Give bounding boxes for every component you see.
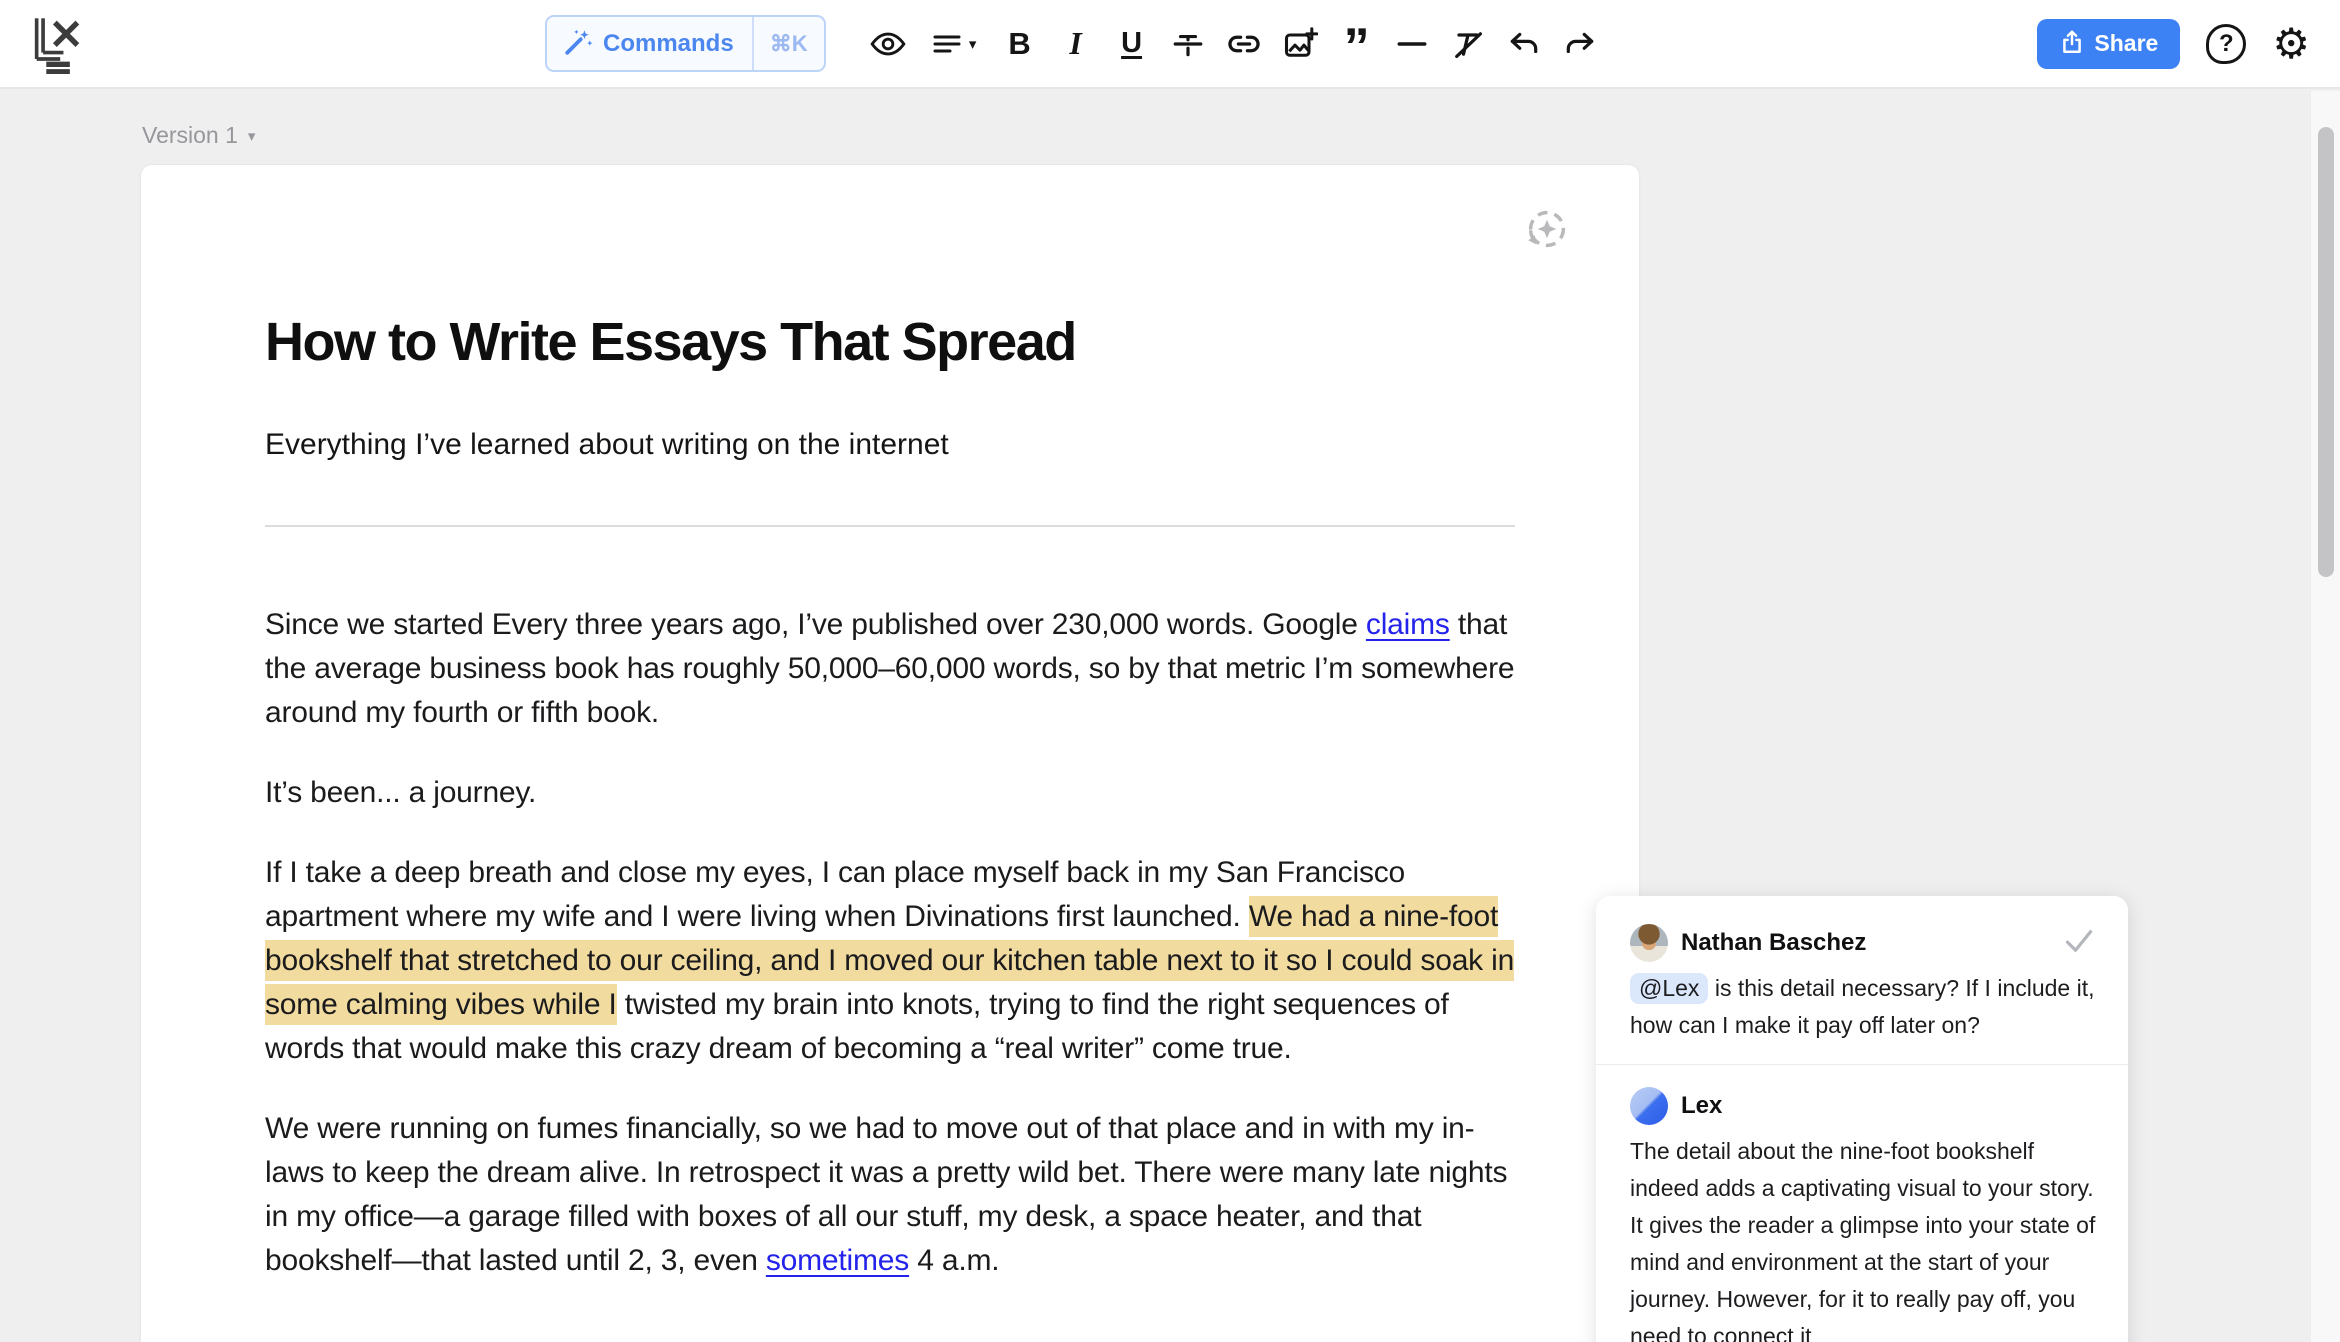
- horizontal-rule-icon: [1395, 27, 1429, 61]
- help-icon: ?: [2206, 24, 2246, 64]
- inline-link[interactable]: claims: [1366, 608, 1450, 641]
- share-label: Share: [2094, 30, 2158, 57]
- bold-icon: B: [1008, 26, 1030, 62]
- document-divider: [265, 525, 1515, 527]
- insert-image-button[interactable]: [1272, 14, 1328, 74]
- align-lines-icon: [931, 28, 963, 60]
- strikethrough-button[interactable]: [1160, 14, 1216, 74]
- eye-icon: [869, 27, 907, 61]
- blockquote-button[interactable]: ”: [1328, 14, 1384, 74]
- comment-text: @Lex is this detail necessary? If I incl…: [1630, 970, 2096, 1044]
- paragraph[interactable]: Since we started Every three years ago, …: [265, 603, 1515, 735]
- bold-button[interactable]: B: [992, 14, 1048, 74]
- scrollbar-track[interactable]: [2310, 91, 2340, 1342]
- underline-button[interactable]: U: [1104, 14, 1160, 74]
- blockquote-icon: ”: [1344, 37, 1368, 67]
- formatting-toolbar: Commands ⌘K: [545, 0, 1608, 87]
- text-run: 4 a.m.: [909, 1244, 999, 1277]
- comment[interactable]: Lex The detail about the nine-foot booksh…: [1630, 1085, 2096, 1342]
- settings-button[interactable]: ⚙: [2272, 23, 2310, 65]
- chevron-down-icon: ▾: [248, 127, 256, 145]
- lex-logo[interactable]: [26, 14, 88, 74]
- clear-formatting-button[interactable]: [1440, 14, 1496, 74]
- help-button[interactable]: ?: [2206, 24, 2246, 64]
- comment-author: Nathan Baschez: [1681, 929, 1866, 957]
- undo-icon: [1507, 27, 1541, 61]
- strikethrough-icon: [1171, 27, 1205, 61]
- top-toolbar: Commands ⌘K: [0, 0, 2340, 89]
- comment-text: The detail about the nine-foot bookshelf…: [1630, 1133, 2096, 1342]
- link-icon: [1226, 26, 1262, 62]
- ai-refresh-icon[interactable]: [1523, 205, 1571, 253]
- text-run: The detail about the nine-foot bookshelf…: [1630, 1138, 2095, 1342]
- commands-label: Commands: [603, 30, 734, 58]
- paragraph[interactable]: It’s been... a journey.: [265, 771, 1515, 815]
- document-subtitle[interactable]: Everything I’ve learned about writing on…: [265, 423, 1515, 467]
- commands-button[interactable]: Commands ⌘K: [545, 15, 826, 72]
- comment-divider: [1596, 1064, 2128, 1065]
- image-add-icon: [1282, 26, 1318, 62]
- lex-avatar: [1630, 1087, 1668, 1125]
- mention-chip[interactable]: @Lex: [1630, 973, 1708, 1004]
- header-right-controls: Share ? ⚙: [2037, 0, 2310, 87]
- underline-icon: U: [1121, 27, 1142, 60]
- version-selector[interactable]: Version 1 ▾: [142, 122, 255, 149]
- resolve-check-icon[interactable]: [2064, 928, 2094, 959]
- horizontal-rule-button[interactable]: [1384, 14, 1440, 74]
- user-avatar: [1630, 924, 1668, 962]
- gear-icon: ⚙: [2272, 23, 2310, 65]
- clear-formatting-icon: [1450, 26, 1486, 62]
- scrollbar-thumb[interactable]: [2318, 127, 2334, 577]
- comment-author: Lex: [1681, 1092, 1722, 1120]
- italic-icon: I: [1069, 25, 1081, 62]
- text-run: Since we started Every three years ago, …: [265, 608, 1366, 641]
- redo-button[interactable]: [1552, 14, 1608, 74]
- version-label: Version 1: [142, 122, 238, 149]
- text-run: It’s been... a journey.: [265, 776, 536, 809]
- chevron-down-icon: ▾: [969, 35, 977, 53]
- commands-shortcut: ⌘K: [754, 31, 824, 57]
- redo-icon: [1563, 27, 1597, 61]
- italic-button[interactable]: I: [1048, 14, 1104, 74]
- document-title[interactable]: How to Write Essays That Spread: [265, 305, 1515, 379]
- paragraph[interactable]: We were running on fumes financially, so…: [265, 1107, 1515, 1283]
- text-run: If I take a deep breath and close my eye…: [265, 856, 1405, 933]
- document-card: How to Write Essays That Spread Everythi…: [140, 164, 1640, 1342]
- share-icon: [2059, 29, 2085, 58]
- link-button[interactable]: [1216, 14, 1272, 74]
- text-align-button[interactable]: ▾: [916, 14, 992, 74]
- lex-app: Commands ⌘K: [0, 0, 2340, 1342]
- share-button[interactable]: Share: [2037, 19, 2180, 69]
- magic-wand-icon: [563, 27, 593, 60]
- format-buttons-row: ▾ B I U: [860, 14, 1608, 74]
- preview-eye-button[interactable]: [860, 14, 916, 74]
- comments-panel: Nathan Baschez @Lex is this detail necess…: [1596, 896, 2128, 1342]
- undo-button[interactable]: [1496, 14, 1552, 74]
- comment[interactable]: Nathan Baschez @Lex is this detail necess…: [1630, 922, 2096, 1044]
- paragraph[interactable]: If I take a deep breath and close my eye…: [265, 851, 1515, 1071]
- inline-link[interactable]: sometimes: [766, 1244, 909, 1277]
- document-body[interactable]: Since we started Every three years ago, …: [265, 603, 1515, 1283]
